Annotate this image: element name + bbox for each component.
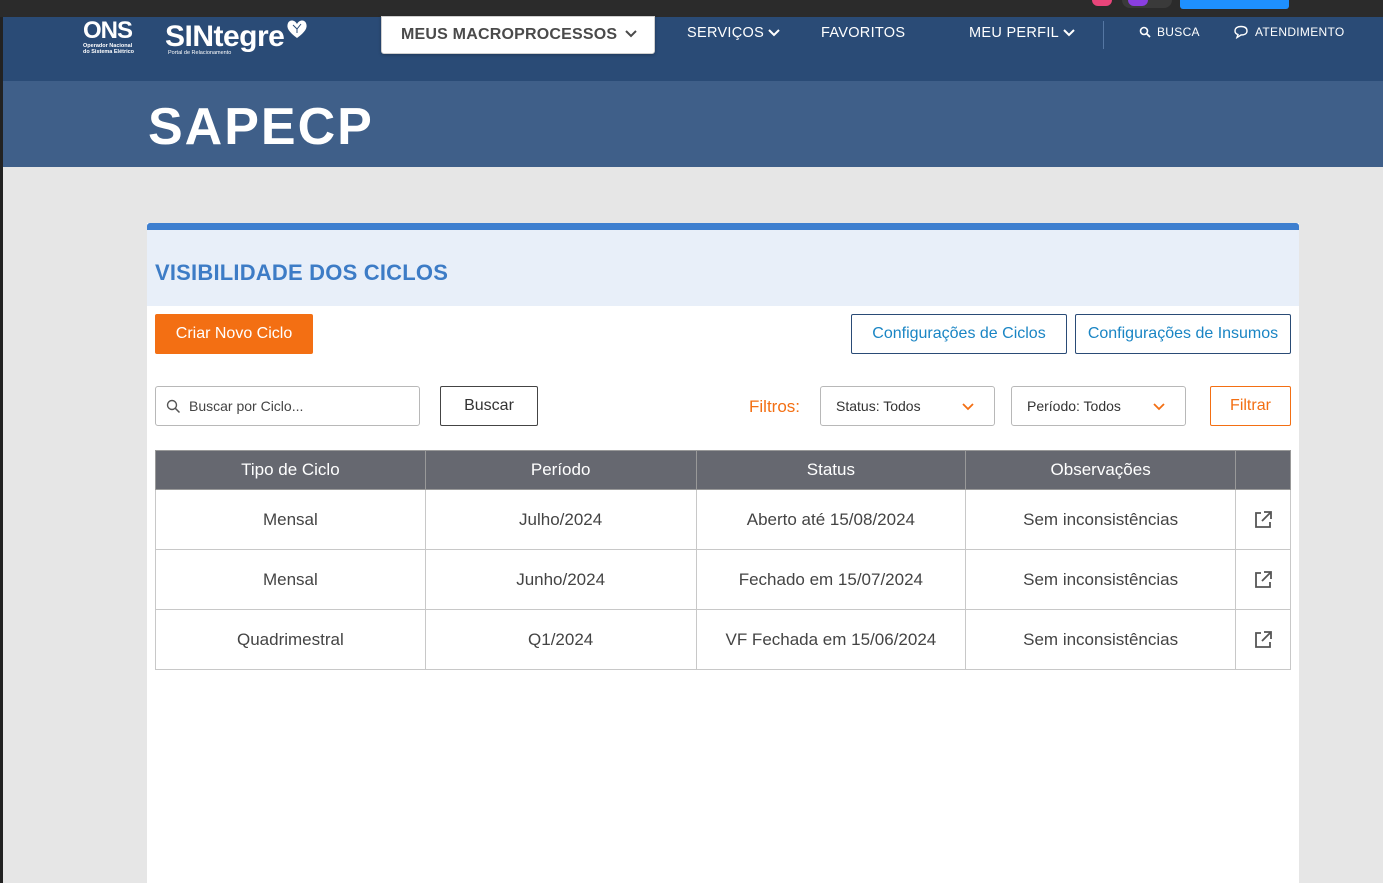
status-filter-value: Status: Todos	[836, 398, 921, 414]
macroprocessos-dropdown[interactable]: MEUS MACROPROCESSOS	[381, 16, 655, 54]
filters-label: Filtros:	[749, 397, 800, 416]
chevron-down-icon	[1153, 403, 1165, 411]
sintegre-logo-text: SINtegre	[165, 20, 285, 53]
macroprocessos-label: MEUS MACROPROCESSOS	[401, 26, 618, 43]
card-title: VISIBILIDADE DOS CICLOS	[155, 260, 449, 285]
nav-busca-label: BUSCA	[1157, 25, 1200, 39]
cell-action	[1235, 549, 1291, 610]
cell-periodo: Junho/2024	[424, 549, 697, 610]
cell-status: Fechado em 15/07/2024	[695, 549, 967, 610]
ons-logo-text: ONS	[83, 17, 133, 44]
page-banner: SAPECP	[3, 81, 1383, 167]
cell-action	[1235, 489, 1291, 550]
nav-atendimento[interactable]: ATENDIMENTO	[1233, 25, 1345, 39]
cell-observacoes: Sem inconsistências	[965, 609, 1237, 670]
nav-meu-perfil[interactable]: MEU PERFIL	[969, 25, 1075, 41]
card-accent-bar	[147, 223, 1299, 230]
table-row: Mensal Junho/2024 Fechado em 15/07/2024 …	[155, 549, 1291, 610]
os-indicator-purple	[1128, 0, 1148, 6]
os-blue-button[interactable]	[1180, 0, 1289, 9]
header-observacoes[interactable]: Observações	[965, 450, 1237, 490]
search-button[interactable]: Buscar	[440, 386, 538, 426]
open-external-icon[interactable]	[1253, 570, 1273, 590]
cycle-settings-button[interactable]: Configurações de Ciclos	[851, 314, 1067, 354]
search-icon	[166, 399, 181, 413]
cell-periodo: Q1/2024	[424, 609, 697, 670]
nav-atendimento-label: ATENDIMENTO	[1255, 25, 1345, 39]
nav-divider	[1103, 21, 1104, 49]
table-header-row: Tipo de Ciclo Período Status Observações	[155, 450, 1291, 490]
table-row: Quadrimestral Q1/2024 VF Fechada em 15/0…	[155, 609, 1291, 670]
header-tipo-ciclo[interactable]: Tipo de Ciclo	[155, 450, 426, 490]
chevron-down-icon	[625, 30, 637, 38]
os-indicator-pink	[1092, 0, 1112, 6]
heart-logo-icon	[287, 20, 307, 38]
open-external-icon[interactable]	[1253, 510, 1273, 530]
search-field[interactable]	[155, 386, 420, 426]
nav-meu-perfil-label: MEU PERFIL	[969, 25, 1060, 41]
open-external-icon[interactable]	[1253, 630, 1273, 650]
period-filter-value: Período: Todos	[1027, 398, 1121, 414]
chat-bubble-icon	[1234, 25, 1248, 39]
ons-logo-subtitle-2: do Sistema Elétrico	[83, 49, 135, 55]
card-header: VISIBILIDADE DOS CICLOS	[147, 230, 1299, 306]
search-icon	[1139, 26, 1151, 38]
period-filter-select[interactable]: Período: Todos	[1011, 386, 1186, 426]
cell-periodo: Julho/2024	[424, 489, 697, 550]
nav-favoritos[interactable]: FAVORITOS	[821, 25, 905, 41]
chevron-down-icon	[1063, 29, 1075, 37]
cycles-card: VISIBILIDADE DOS CICLOS Criar Novo Ciclo…	[147, 223, 1299, 883]
table-row: Mensal Julho/2024 Aberto até 15/08/2024 …	[155, 489, 1291, 550]
cell-tipo-ciclo: Quadrimestral	[155, 609, 426, 670]
cycles-table: Tipo de Ciclo Período Status Observações…	[155, 450, 1291, 670]
cell-observacoes: Sem inconsistências	[965, 549, 1237, 610]
cell-status: VF Fechada em 15/06/2024	[695, 609, 967, 670]
cell-tipo-ciclo: Mensal	[155, 549, 426, 610]
sintegre-logo[interactable]: SINtegre Portal de Relacionamento	[165, 20, 285, 57]
create-cycle-button[interactable]: Criar Novo Ciclo	[155, 314, 313, 354]
nav-favoritos-label: FAVORITOS	[821, 25, 906, 41]
cell-action	[1235, 609, 1291, 670]
cell-tipo-ciclo: Mensal	[155, 489, 426, 550]
chevron-down-icon	[768, 29, 780, 37]
input-settings-button[interactable]: Configurações de Insumos	[1075, 314, 1291, 354]
cell-status: Aberto até 15/08/2024	[695, 489, 967, 550]
page-title: SAPECP	[148, 98, 374, 156]
ons-logo[interactable]: ONS Operador Nacional do Sistema Elétric…	[83, 17, 135, 56]
header-actions	[1235, 450, 1291, 490]
header-periodo[interactable]: Período	[424, 450, 697, 490]
top-navigation: ONS Operador Nacional do Sistema Elétric…	[3, 16, 1383, 81]
nav-servicos-label: SERVIÇOS	[687, 25, 765, 41]
nav-servicos[interactable]: SERVIÇOS	[687, 25, 780, 41]
status-filter-select[interactable]: Status: Todos	[820, 386, 995, 426]
chevron-down-icon	[962, 403, 974, 411]
header-status[interactable]: Status	[695, 450, 967, 490]
nav-busca[interactable]: BUSCA	[1139, 25, 1200, 39]
filter-button[interactable]: Filtrar	[1210, 386, 1291, 426]
cell-observacoes: Sem inconsistências	[965, 489, 1237, 550]
os-top-bar	[0, 0, 1383, 17]
search-input[interactable]	[189, 398, 409, 414]
